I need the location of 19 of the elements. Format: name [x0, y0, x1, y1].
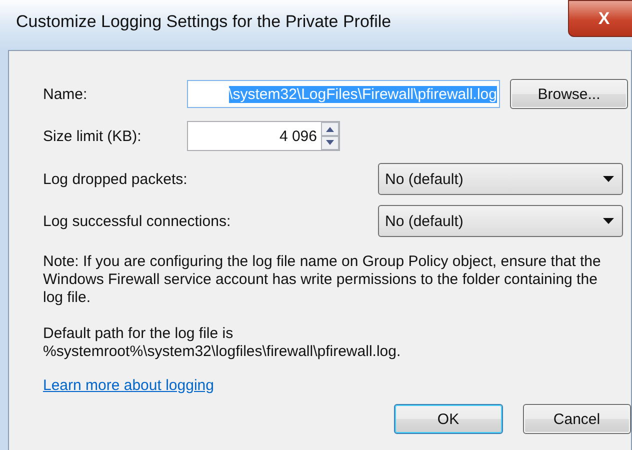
option-label: Log dropped packets:	[43, 170, 188, 188]
browse-button[interactable]: Browse...	[510, 79, 628, 109]
dropdown[interactable]: No (default)	[378, 205, 623, 237]
option-label: Log successful connections:	[43, 212, 232, 230]
name-label: Name:	[43, 86, 88, 102]
close-button[interactable]: X	[568, 0, 632, 37]
size-limit-field[interactable]: 4 096	[187, 121, 340, 151]
size-limit-label: Size limit (KB):	[43, 128, 142, 144]
spinner-icon[interactable]	[321, 122, 339, 150]
ok-button[interactable]: OK	[394, 404, 502, 434]
name-value: \system32\LogFiles\Firewall\pfirewall.log	[228, 86, 497, 102]
dropdown-arrow-icon	[603, 176, 614, 182]
dropdown[interactable]: No (default)	[378, 163, 623, 195]
learn-more-link[interactable]: Learn more about logging	[43, 377, 214, 394]
dropdown-arrow-icon	[603, 218, 614, 224]
note-text: Note: If you are configuring the log file name on Group Policy object, ensure that the Windows Firewall service account has write permissions to the folder containing the log file.	[43, 253, 602, 307]
default-path-text: Default path for the log file is %systemroot%\system32\logfiles\firewall\pfirewall.log.	[43, 325, 402, 361]
cancel-button[interactable]: Cancel	[522, 404, 631, 434]
window-title: Customize Logging Settings for the Private Profile	[16, 12, 392, 32]
